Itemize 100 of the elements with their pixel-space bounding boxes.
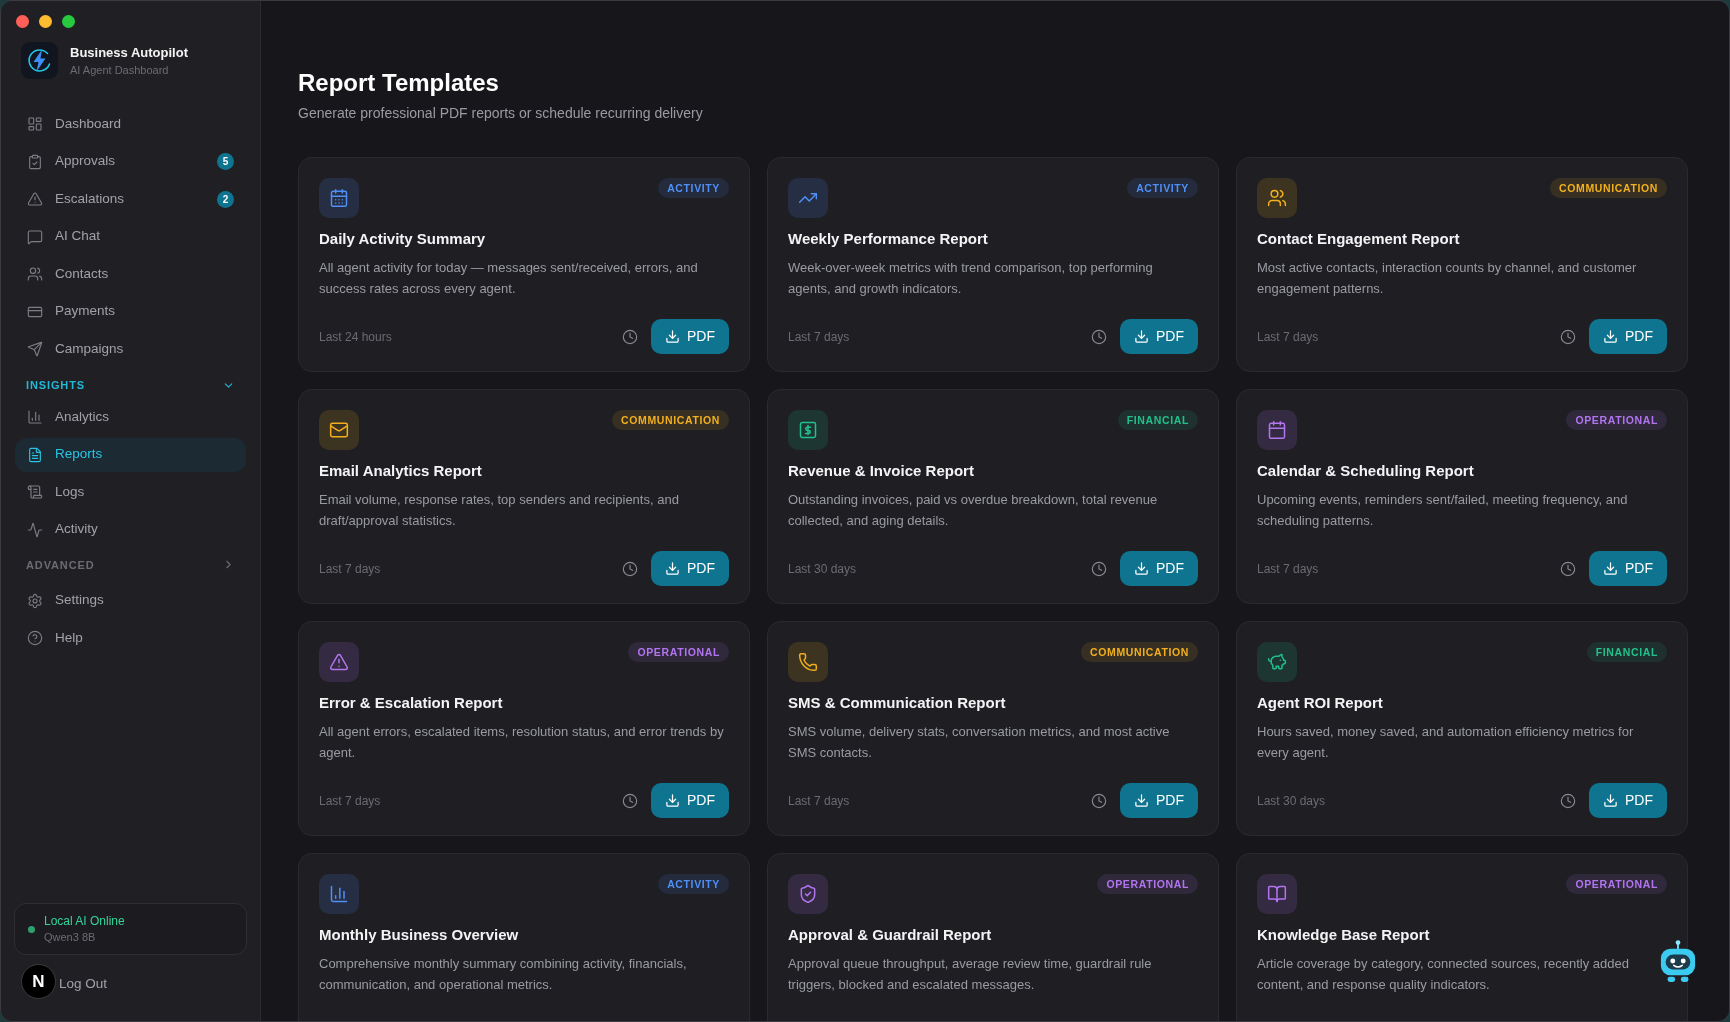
nav-item[interactable]: Contacts — [15, 257, 246, 291]
card-description: Outstanding invoices, paid vs overdue breakdown, total revenue collected, and aging details. — [788, 491, 1159, 530]
nav-item[interactable]: Analytics — [15, 400, 246, 434]
time-range-label: Last 7 days — [788, 792, 851, 810]
settings-icon — [27, 592, 43, 609]
category-tag: COMMUNICATION — [1081, 642, 1198, 662]
category-tag: ACTIVITY — [1127, 178, 1198, 198]
envelope-icon — [319, 410, 359, 450]
card-title: Weekly Performance Report — [788, 229, 989, 249]
category-tag: OPERATIONAL — [1566, 410, 1667, 430]
clock-icon — [622, 792, 638, 809]
clock-icon — [1091, 560, 1107, 577]
status-title: Local AI Online — [44, 913, 125, 930]
schedule-button[interactable] — [622, 792, 638, 809]
pdf-download-button[interactable]: PDF — [1120, 319, 1198, 354]
download-icon — [1603, 793, 1618, 808]
maximize-window-button[interactable] — [62, 15, 75, 28]
nav-item[interactable]: Logs — [15, 475, 246, 509]
nav-item[interactable]: Campaigns — [15, 332, 246, 366]
clock-icon — [1091, 328, 1107, 345]
schedule-button[interactable] — [1091, 792, 1107, 809]
card-description: Article coverage by category, connected sources, recently added content, and response quality indicators. — [1257, 955, 1630, 994]
nav-item[interactable]: Approvals 5 — [15, 144, 246, 179]
download-icon — [665, 329, 680, 344]
nav-item[interactable]: Payments — [15, 294, 246, 329]
schedule-button[interactable] — [622, 328, 638, 345]
count-badge: 2 — [217, 190, 234, 208]
nav-item[interactable]: Dashboard — [15, 107, 246, 141]
category-tag: COMMUNICATION — [612, 410, 729, 430]
pdf-download-button[interactable]: PDF — [651, 783, 729, 818]
dollar-icon — [788, 410, 828, 450]
schedule-button[interactable] — [1560, 328, 1576, 345]
time-range-label: Last 7 days — [319, 560, 382, 578]
section-header[interactable]: INSIGHTS — [15, 366, 246, 400]
book-icon — [1257, 874, 1297, 914]
nav-item[interactable]: Reports — [15, 437, 246, 472]
card-description: Email volume, response rates, top senders and recipients, and draft/approval statistics. — [319, 491, 680, 530]
status-subtitle: Qwen3 8B — [44, 930, 97, 945]
category-tag: FINANCIAL — [1117, 410, 1198, 430]
app-title: Business Autopilot — [70, 43, 188, 62]
page-title: Report Templates — [298, 68, 500, 98]
assistant-button[interactable] — [1659, 939, 1697, 985]
phone-icon — [788, 642, 828, 682]
pdf-download-button[interactable]: PDF — [1589, 319, 1667, 354]
pdf-download-button[interactable]: PDF — [651, 551, 729, 586]
card-description: Upcoming events, reminders sent/failed, meeting frequency, and scheduling patterns. — [1257, 491, 1629, 530]
calendar-icon — [319, 178, 359, 218]
nav-item[interactable]: Help — [15, 621, 246, 655]
category-tag: ACTIVITY — [658, 874, 729, 894]
time-range-label: Last 7 days — [1257, 328, 1320, 346]
category-tag: COMMUNICATION — [1550, 178, 1667, 198]
pdf-download-button[interactable]: PDF — [1120, 783, 1198, 818]
time-range-label: Last 24 hours — [319, 328, 393, 346]
schedule-button[interactable] — [1091, 560, 1107, 577]
count-badge: 5 — [217, 153, 234, 170]
card-title: Error & Escalation Report — [319, 693, 504, 713]
schedule-button[interactable] — [1091, 328, 1107, 345]
people-icon — [27, 266, 43, 282]
card-title: Knowledge Base Report — [1257, 925, 1431, 945]
nav-item[interactable]: Activity — [15, 512, 246, 547]
piggy-bank-icon — [1257, 642, 1297, 682]
card-description: Comprehensive monthly summary combining activity, financials, communication, and operational metrics. — [319, 955, 688, 994]
card-title: SMS & Communication Report — [788, 693, 1007, 713]
close-window-button[interactable] — [16, 15, 29, 28]
page-subtitle: Generate professional PDF reports or schedule recurring delivery — [298, 104, 704, 123]
pdf-download-button[interactable]: PDF — [1589, 783, 1667, 818]
warning-icon — [319, 642, 359, 682]
time-range-label: Last 7 days — [319, 792, 382, 810]
schedule-button[interactable] — [1560, 560, 1576, 577]
clock-icon — [1560, 328, 1576, 345]
warning-icon — [27, 191, 43, 207]
pulse-icon — [27, 521, 43, 538]
clipboard-check-icon — [27, 153, 43, 170]
document-icon — [27, 446, 43, 463]
download-icon — [1134, 561, 1149, 576]
pdf-download-button[interactable]: PDF — [651, 319, 729, 354]
time-range-label: Last 30 days — [1257, 792, 1327, 810]
card-description: Hours saved, money saved, and automation efficiency metrics for every agent. — [1257, 723, 1635, 762]
lightning-logo-icon — [21, 42, 58, 79]
calendar-icon — [1257, 410, 1297, 450]
nav-item[interactable]: AI Chat — [15, 219, 246, 254]
scroll-icon — [27, 484, 43, 500]
card-title: Monthly Business Overview — [319, 925, 520, 945]
robot-icon — [1659, 939, 1697, 985]
category-tag: OPERATIONAL — [1097, 874, 1198, 894]
time-range-label: Last 30 days — [788, 560, 858, 578]
pdf-download-button[interactable]: PDF — [1120, 551, 1198, 586]
download-icon — [1603, 561, 1618, 576]
download-icon — [1134, 329, 1149, 344]
download-icon — [1603, 329, 1618, 344]
nav-item[interactable]: Settings — [15, 583, 246, 618]
nav-item[interactable]: Escalations 2 — [15, 182, 246, 216]
dashboard-icon — [27, 116, 43, 132]
pdf-download-button[interactable]: PDF — [1589, 551, 1667, 586]
minimize-window-button[interactable] — [39, 15, 52, 28]
clock-icon — [622, 328, 638, 345]
schedule-button[interactable] — [622, 560, 638, 577]
card-description: Week-over-week metrics with trend comparison, top performing agents, and growth indicators. — [788, 259, 1154, 298]
clock-icon — [1091, 792, 1107, 809]
schedule-button[interactable] — [1560, 792, 1576, 809]
